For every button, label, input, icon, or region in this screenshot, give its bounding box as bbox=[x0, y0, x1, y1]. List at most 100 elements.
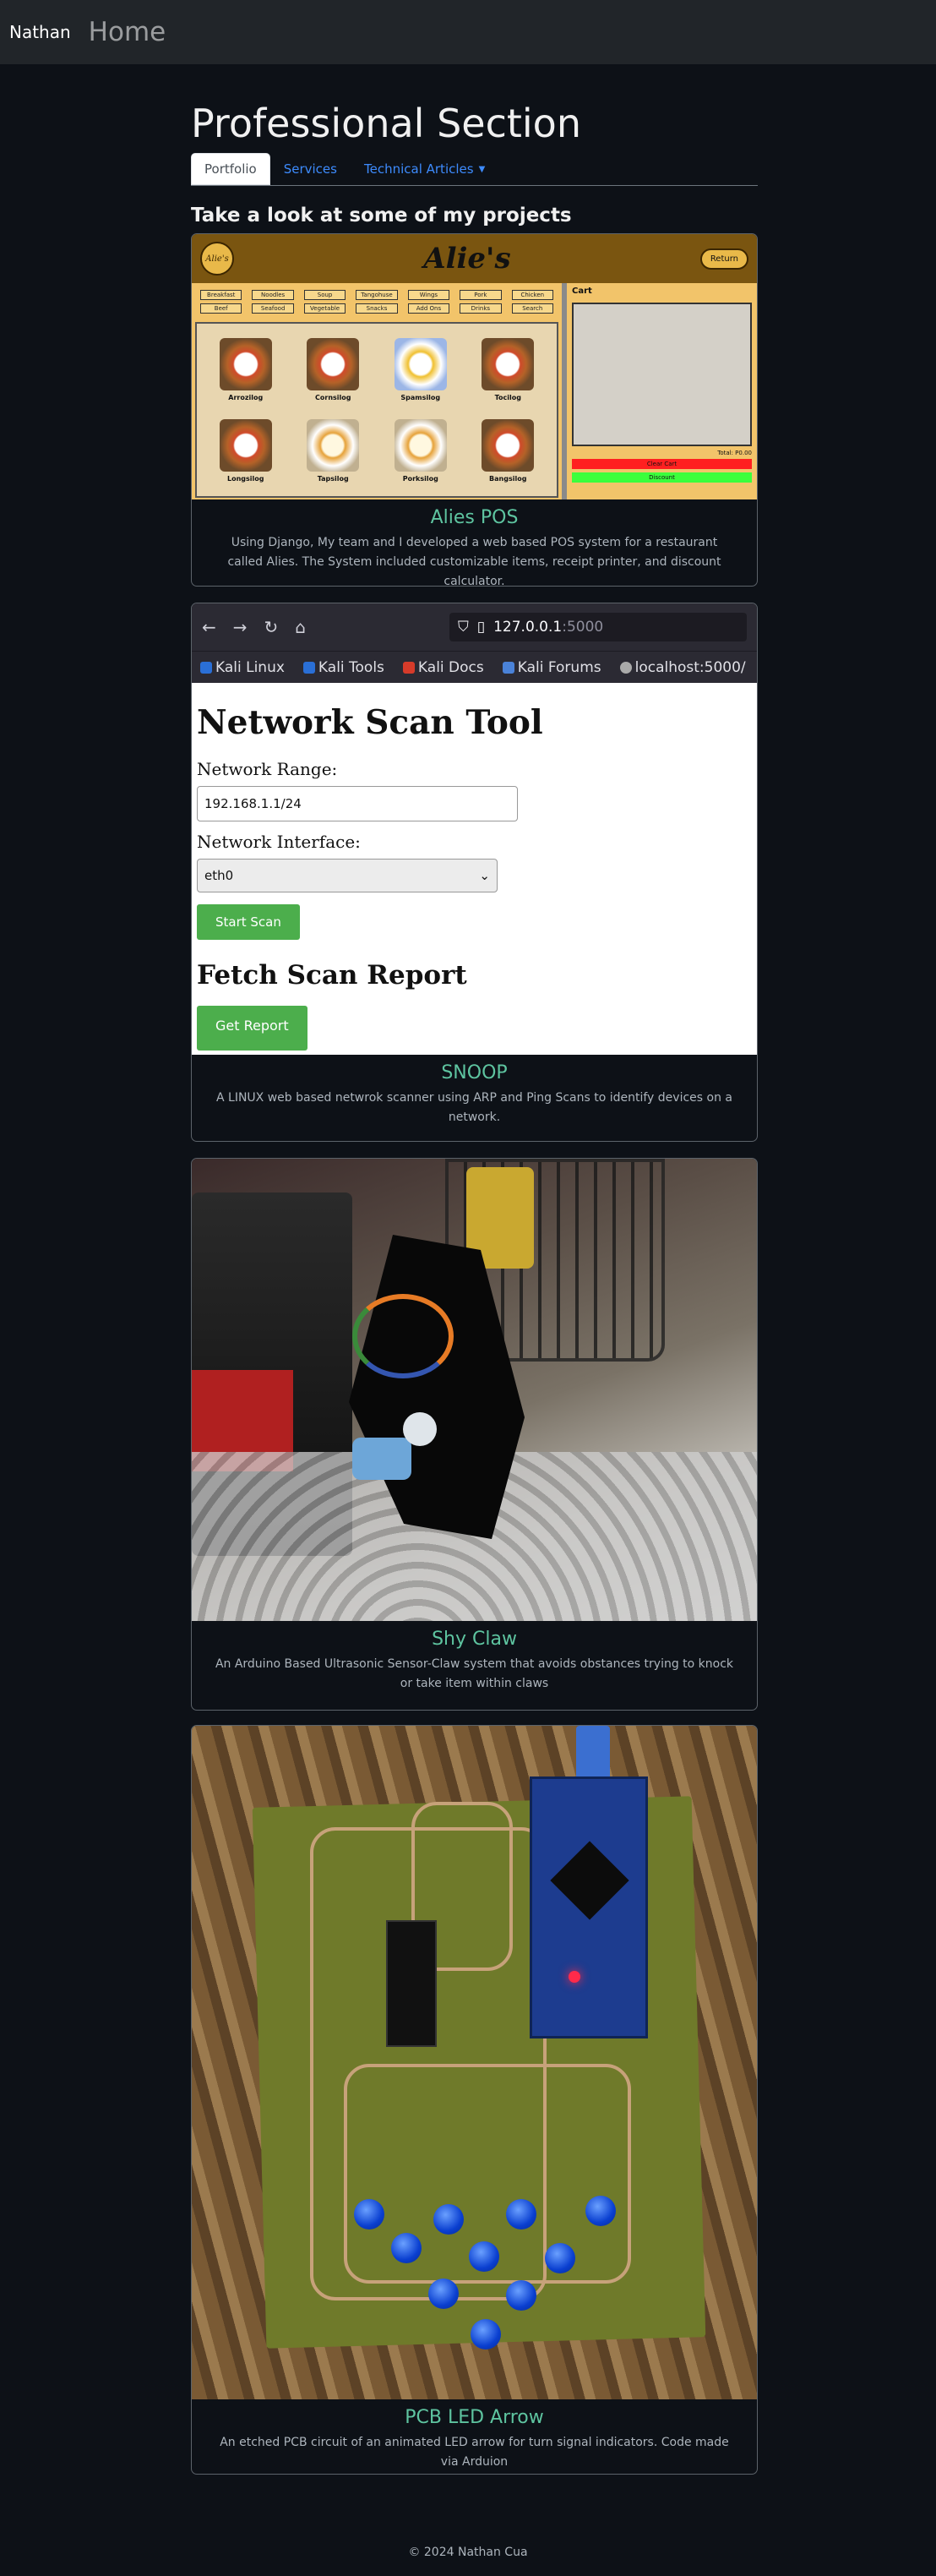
photo-blue-led bbox=[433, 2204, 464, 2235]
pos-category: Beef bbox=[200, 303, 242, 314]
pos-category: Drinks bbox=[460, 303, 502, 314]
pos-category: Pork bbox=[460, 290, 502, 300]
project-card-snoop: ← → ↻ ⌂ ⛉ ▯ 127.0.0.1:5000 Kali Linux Ka… bbox=[191, 603, 758, 1142]
pos-item-label: Bangsilog bbox=[489, 474, 527, 483]
tab-portfolio[interactable]: Portfolio bbox=[191, 153, 270, 185]
pcb-led-arrow-photo[interactable] bbox=[192, 1726, 757, 2399]
project-card-shy-claw: Shy Claw An Arduino Based Ultrasonic Sen… bbox=[191, 1158, 758, 1711]
tab-services[interactable]: Services bbox=[270, 153, 351, 185]
pos-category: Soup bbox=[303, 290, 346, 300]
pos-item: Spamsilog bbox=[377, 329, 465, 410]
fetch-report-heading: Fetch Scan Report bbox=[197, 960, 467, 991]
project-title: Alies POS bbox=[430, 507, 519, 528]
photo-ultrasonic-sensor bbox=[352, 1438, 411, 1480]
project-description: A LINUX web based netwrok scanner using … bbox=[216, 1091, 732, 1124]
pos-categories: Breakfast Noodles Soup Tangohuse Wings P… bbox=[195, 287, 558, 317]
get-report-button: Get Report bbox=[197, 1006, 307, 1051]
pos-item-label: Tocilog bbox=[494, 393, 521, 401]
kali-icon bbox=[200, 661, 212, 674]
pos-item-label: Arrozilog bbox=[228, 393, 264, 401]
pos-cart: Cart Total: P0.00 Clear Cart Discount bbox=[567, 283, 757, 499]
page-icon: ▯ bbox=[476, 619, 486, 636]
kali-forums-icon bbox=[502, 661, 514, 674]
page-title: Professional Section bbox=[191, 101, 581, 146]
bookmark-item: Kali Forums bbox=[502, 658, 601, 676]
photo-blue-led bbox=[545, 2243, 575, 2273]
bookmarks-bar: Kali Linux Kali Tools Kali Docs Kali For… bbox=[192, 651, 757, 683]
photo-blue-led bbox=[471, 2319, 501, 2350]
bookmark-item: Kali Tools bbox=[302, 659, 384, 676]
network-interface-value: eth0 bbox=[204, 868, 234, 883]
project-title: Shy Claw bbox=[432, 1629, 517, 1650]
chevron-down-icon: ▼ bbox=[478, 164, 486, 174]
tab-technical-articles-label: Technical Articles bbox=[363, 161, 474, 177]
pos-logo: Alie's bbox=[200, 242, 234, 276]
projects-subtitle: Take a look at some of my projects bbox=[191, 205, 572, 226]
home-icon: ⌂ bbox=[295, 617, 306, 637]
snoop-page: Network Scan Tool Network Range: 192.168… bbox=[192, 683, 757, 1055]
navbar-brand[interactable]: Nathan bbox=[9, 22, 71, 42]
bookmark-label: Kali Forums bbox=[517, 658, 601, 676]
pos-total: Total: P0.00 bbox=[717, 450, 752, 456]
pos-item: Tapsilog bbox=[290, 410, 378, 491]
pos-item-label: Tapsilog bbox=[317, 474, 349, 483]
photo-power-led bbox=[569, 1971, 580, 1983]
browser-toolbar: ← → ↻ ⌂ ⛉ ▯ 127.0.0.1:5000 bbox=[192, 603, 757, 651]
network-range-input: 192.168.1.1/24 bbox=[197, 786, 518, 821]
project-title: SNOOP bbox=[441, 1062, 508, 1083]
bookmark-label: localhost:5000/ bbox=[634, 658, 746, 676]
photo-blue-led bbox=[428, 2279, 459, 2309]
pos-category: Tangohuse bbox=[356, 290, 398, 300]
photo-blue-led bbox=[506, 2280, 536, 2311]
food-image bbox=[482, 337, 535, 390]
pos-item-label: Spamsilog bbox=[400, 393, 441, 401]
food-image bbox=[394, 337, 447, 390]
start-scan-button: Start Scan bbox=[197, 904, 300, 940]
pos-item: Arrozilog bbox=[202, 329, 290, 410]
pos-category: Snacks bbox=[356, 303, 398, 314]
bookmark-label: Kali Docs bbox=[417, 658, 484, 676]
pos-header: Alie's Alie's Return bbox=[192, 234, 757, 283]
shy-claw-photo[interactable] bbox=[192, 1159, 757, 1621]
nav-home-link[interactable]: Home bbox=[89, 17, 166, 47]
pos-cart-box bbox=[572, 303, 752, 446]
footer-copyright: © 2024 Nathan Cua bbox=[408, 2546, 528, 2559]
food-image bbox=[307, 418, 360, 472]
network-interface-select: eth0 ⌄ bbox=[197, 859, 498, 892]
bookmark-item: Kali Docs bbox=[402, 658, 484, 676]
section-tabs: Portfolio Services Technical Articles ▼ bbox=[191, 152, 758, 186]
tab-services-label: Services bbox=[283, 161, 337, 177]
chevron-down-icon: ⌄ bbox=[479, 868, 490, 883]
pos-category: Noodles bbox=[252, 290, 294, 300]
food-image bbox=[219, 418, 272, 472]
kali-docs-icon bbox=[402, 661, 415, 674]
pos-discount-button: Discount bbox=[572, 472, 752, 483]
url-port: :5000 bbox=[562, 619, 604, 636]
pos-item-label: Cornsilog bbox=[315, 393, 351, 401]
alies-pos-screenshot[interactable]: Alie's Alie's Return Breakfast Noodles S… bbox=[192, 234, 757, 499]
globe-icon bbox=[619, 661, 632, 674]
url-host: 127.0.0.1 bbox=[493, 619, 563, 636]
project-description: Using Django, My team and I developed a … bbox=[227, 536, 721, 587]
network-range-label: Network Range: bbox=[197, 759, 338, 779]
photo-blue-led bbox=[391, 2233, 422, 2263]
pos-menu: Breakfast Noodles Soup Tangohuse Wings P… bbox=[192, 283, 567, 499]
kali-icon bbox=[302, 661, 315, 674]
pos-category: Vegetable bbox=[303, 303, 346, 314]
shield-icon: ⛉ bbox=[458, 619, 469, 636]
pos-item: Bangsilog bbox=[465, 410, 552, 491]
food-image bbox=[307, 337, 360, 390]
pos-brand: Alie's bbox=[423, 242, 511, 276]
bookmark-item: Kali Linux bbox=[200, 659, 285, 676]
photo-wires bbox=[352, 1294, 454, 1378]
pos-item: Porksilog bbox=[377, 410, 465, 491]
pos-items-grid: Arrozilog Cornsilog Spamsilog Tocilog Lo… bbox=[195, 322, 558, 498]
snoop-screenshot[interactable]: ← → ↻ ⌂ ⛉ ▯ 127.0.0.1:5000 Kali Linux Ka… bbox=[192, 603, 757, 1055]
reload-icon: ↻ bbox=[264, 617, 279, 637]
pos-item-label: Longsilog bbox=[227, 474, 264, 483]
bookmark-item: localhost:5000/ bbox=[619, 658, 746, 676]
browser-url-bar: ⛉ ▯ 127.0.0.1:5000 bbox=[449, 613, 747, 641]
tab-portfolio-label: Portfolio bbox=[204, 161, 257, 177]
pos-item: Cornsilog bbox=[290, 329, 378, 410]
tab-technical-articles[interactable]: Technical Articles ▼ bbox=[351, 153, 498, 185]
